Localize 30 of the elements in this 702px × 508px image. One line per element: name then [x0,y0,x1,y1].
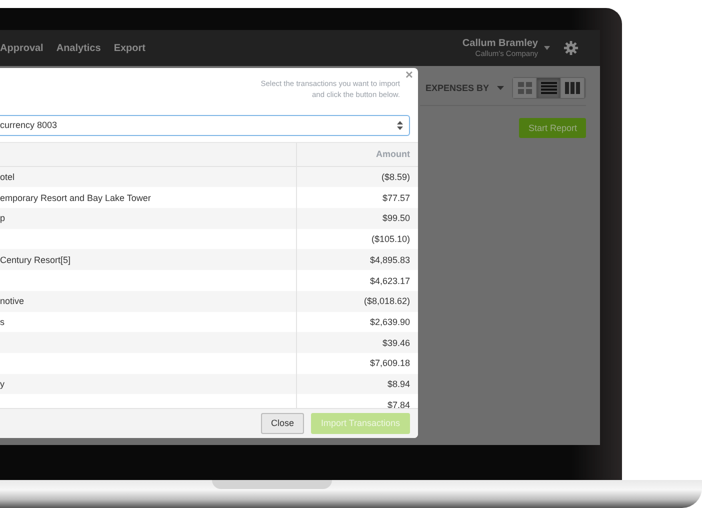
table-cell: $4,895.83 [296,249,418,270]
grid-view-icon [518,82,532,94]
table-cell-text: otel [0,171,16,184]
table-cell-text: s [0,316,6,329]
nav-link[interactable]: Export [114,42,146,54]
caret-icon[interactable] [544,46,550,50]
table-cell-text: Century Resort[5] [0,254,72,267]
caret-icon[interactable] [497,86,504,90]
view-toggle-button[interactable] [561,78,585,98]
table-cell-text: emporary Resort and Bay Lake Tower [0,192,152,205]
close-button[interactable]: Close [260,412,304,434]
account-select[interactable]: currency 8003 [0,115,410,136]
nav-link[interactable]: Approval [0,42,44,54]
group-by-label[interactable]: EXPENSES BY [425,83,489,93]
table-cell-text: p [0,212,6,226]
table-cell: ($8,018.62) [296,290,418,312]
list-view-icon [540,82,556,94]
nav-link[interactable]: Analytics [56,42,101,54]
table-cell: ($8.59) [296,166,418,188]
table-cell: $99.50 [296,208,418,229]
table-cell-text: y [0,378,6,391]
table-cell-text: notive [0,295,26,308]
user-name[interactable]: Callum Bramley [462,38,538,49]
table-view-icon [565,82,580,94]
view-toggle-button[interactable] [537,78,561,98]
table-cell: $39.46 [296,332,418,353]
table-cell: $8.94 [296,374,418,394]
updown-arrows-icon [397,120,403,130]
view-toggle-button[interactable] [513,78,537,98]
settings-icon[interactable] [564,41,578,55]
